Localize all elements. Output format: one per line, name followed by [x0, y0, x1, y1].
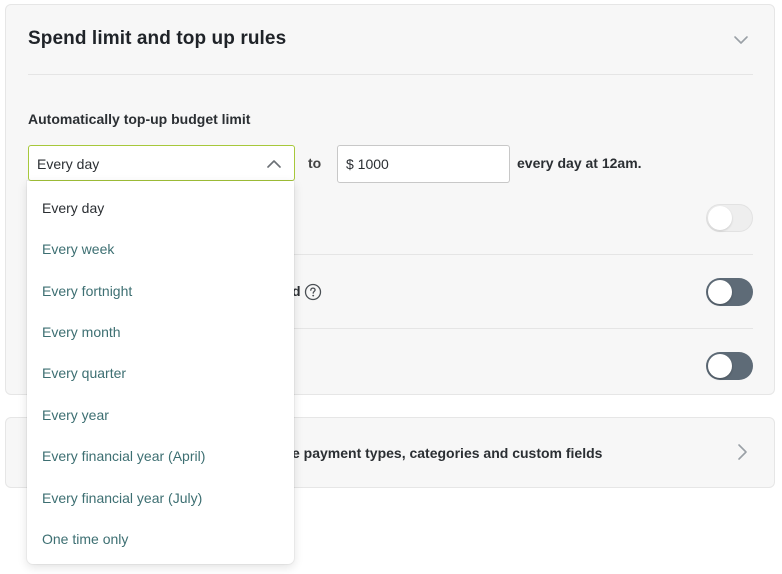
- dropdown-option-every-week[interactable]: Every week: [42, 241, 114, 257]
- dropdown-option-every-year[interactable]: Every year: [42, 407, 109, 423]
- chevron-down-icon[interactable]: [733, 32, 749, 48]
- topup-label: Automatically top-up budget limit: [28, 111, 251, 127]
- dropdown-option-every-financial-year-april[interactable]: Every financial year (April): [42, 448, 205, 464]
- to-label: to: [308, 155, 322, 171]
- chevron-right-icon[interactable]: [735, 443, 749, 461]
- amount-input[interactable]: $ 1000: [337, 145, 510, 183]
- dropdown-option-every-day[interactable]: Every day: [42, 200, 104, 216]
- toggle-row-3[interactable]: [706, 352, 753, 380]
- toggle-knob: [708, 354, 732, 378]
- dropdown-option-every-financial-year-july[interactable]: Every financial year (July): [42, 490, 202, 506]
- dropdown-option-one-time-only[interactable]: One time only: [42, 531, 128, 547]
- frequency-select-value: Every day: [37, 156, 100, 172]
- section-title: Spend limit and top up rules: [28, 28, 287, 49]
- toggle-row-2[interactable]: [706, 278, 753, 306]
- dropdown-option-every-month[interactable]: Every month: [42, 324, 121, 340]
- amount-input-value: $ 1000: [346, 156, 389, 172]
- frequency-dropdown-menu: Every day Every week Every fortnight Eve…: [27, 181, 294, 564]
- toggle-row-1[interactable]: [706, 204, 753, 232]
- question-circle-icon[interactable]: [304, 283, 322, 301]
- frequency-select[interactable]: Every day: [28, 145, 295, 181]
- toggle-knob: [708, 206, 732, 230]
- payment-types-label: e payment types, categories and custom f…: [292, 445, 603, 461]
- section-divider: [28, 74, 753, 75]
- dropdown-option-every-fortnight[interactable]: Every fortnight: [42, 283, 132, 299]
- toggle-knob: [708, 280, 732, 304]
- topup-schedule-text: every day at 12am.: [517, 155, 642, 171]
- chevron-up-icon: [267, 160, 281, 168]
- dropdown-option-every-quarter[interactable]: Every quarter: [42, 365, 126, 381]
